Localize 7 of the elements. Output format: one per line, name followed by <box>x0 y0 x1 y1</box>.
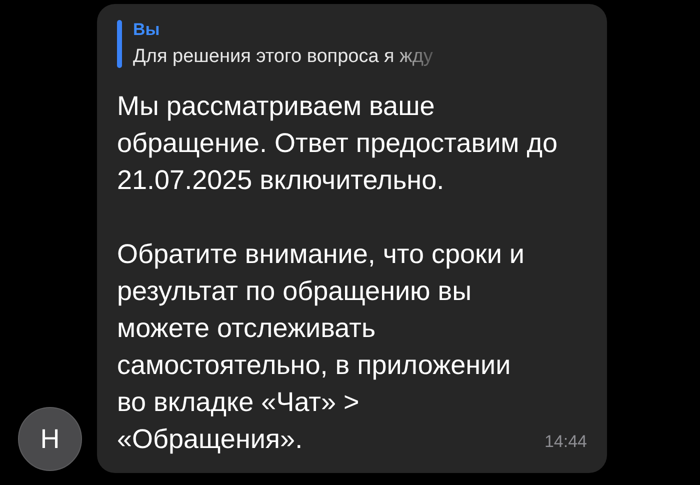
avatar[interactable]: Н <box>18 407 82 471</box>
quoted-text: Для решения этого вопроса я жду <box>133 46 433 68</box>
message-text: Обратите внимание, что сроки и результат по обращению вы можете отслеживать самостоятельно, в приложении во вкладке «Чат» > «Обращения». <box>117 238 526 456</box>
quote-bar <box>117 20 122 68</box>
reply-author: Вы <box>133 20 161 40</box>
message-time: 14:44 <box>544 432 587 452</box>
message-text: Мы рассматриваем ваше обращение. Ответ предоставим до 21.07.2025 включительно. <box>117 90 559 197</box>
